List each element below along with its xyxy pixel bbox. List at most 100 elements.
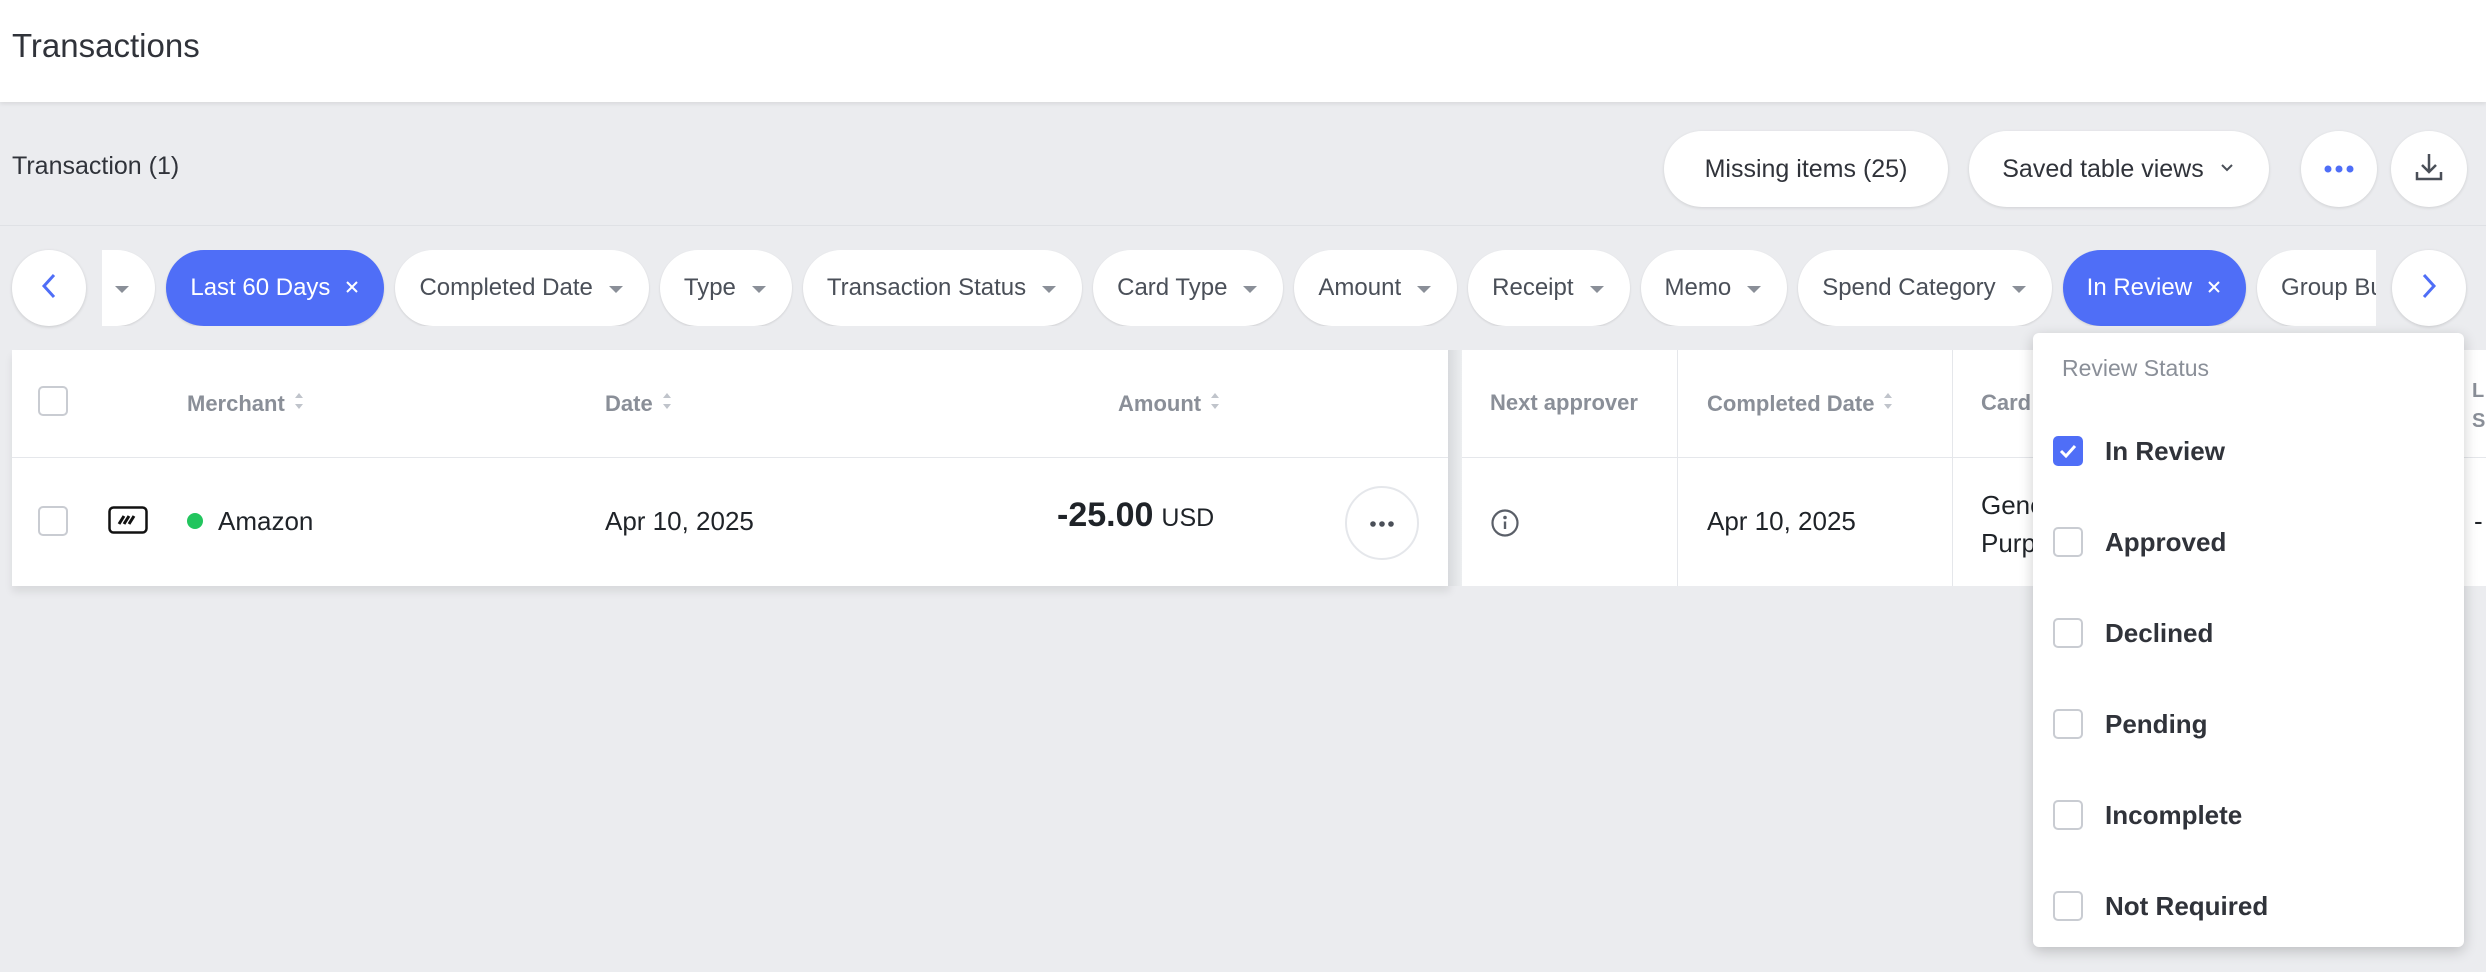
filter-chip-label: Type bbox=[683, 274, 736, 301]
currency-label: USD bbox=[1161, 504, 1215, 532]
select-all-checkbox[interactable] bbox=[38, 386, 68, 416]
filter-chip[interactable]: Group Budget bbox=[2257, 250, 2376, 326]
more-options-button[interactable] bbox=[2301, 131, 2377, 207]
card-header-label: Card bbox=[1981, 390, 2032, 415]
option-label: Declined bbox=[2105, 617, 2214, 648]
option-checkbox[interactable] bbox=[2053, 709, 2083, 739]
saved-views-label: Saved table views bbox=[2002, 154, 2204, 183]
table-header-row: Merchant Date Amount bbox=[12, 350, 1450, 458]
review-status-option[interactable]: Incomplete bbox=[2053, 785, 2453, 845]
filter-chip-label: Spend Category bbox=[1822, 274, 1996, 301]
transaction-count: Transaction (1) bbox=[12, 152, 180, 180]
filter-chip-label: Card Type bbox=[1117, 274, 1228, 301]
close-icon[interactable] bbox=[344, 274, 360, 302]
chevron-down-icon bbox=[1745, 274, 1763, 302]
chevron-down-icon bbox=[2218, 155, 2236, 184]
transaction-date: Apr 10, 2025 bbox=[605, 506, 754, 536]
filter-chip[interactable]: Receipt bbox=[1468, 250, 1630, 326]
filter-chip-label: Completed Date bbox=[419, 274, 593, 301]
sticky-column-divider bbox=[1448, 350, 1462, 586]
filter-chip[interactable]: e bbox=[102, 250, 156, 326]
close-icon[interactable] bbox=[2206, 274, 2222, 302]
more-dots-icon bbox=[2324, 160, 2354, 178]
filter-chip-label: In Review bbox=[2086, 274, 2193, 301]
filter-chip[interactable]: Transaction Status bbox=[802, 250, 1083, 326]
option-label: Incomplete bbox=[2105, 799, 2243, 830]
review-status-dropdown: Review Status In Review Approved Declined P… bbox=[2033, 333, 2464, 947]
option-label: Approved bbox=[2105, 526, 2227, 557]
amount-value: -25.00 bbox=[1057, 496, 1154, 534]
review-status-option[interactable]: In Review bbox=[2053, 421, 2453, 481]
amount-column-header[interactable]: Amount bbox=[1118, 390, 1221, 418]
transactions-table: Merchant Date Amount Amazon Apr 10, 2025… bbox=[12, 350, 1450, 586]
filter-chip[interactable]: Completed Date bbox=[395, 250, 649, 326]
next-approver-header-label: Next approver bbox=[1490, 390, 1638, 415]
card-icon bbox=[108, 506, 148, 539]
amount-header-label: Amount bbox=[1118, 391, 1202, 416]
scroll-right-button[interactable] bbox=[2392, 250, 2466, 326]
table-row[interactable]: Amazon Apr 10, 2025 -25.00 USD bbox=[12, 458, 1450, 586]
chevron-down-icon bbox=[1040, 274, 1058, 302]
status-dot bbox=[187, 513, 203, 529]
scroll-left-button[interactable] bbox=[12, 250, 86, 326]
filter-chip-label: Last 60 Days bbox=[190, 274, 331, 301]
option-label: Pending bbox=[2105, 708, 2208, 739]
filter-chip-label: Amount bbox=[1318, 274, 1402, 301]
review-status-option[interactable]: Pending bbox=[2053, 694, 2453, 754]
card-column-header[interactable]: Card bbox=[1981, 390, 2031, 416]
filter-chip[interactable]: Card Type bbox=[1093, 250, 1284, 326]
row-actions-button[interactable] bbox=[1345, 486, 1419, 560]
filter-chip-label: Memo bbox=[1664, 274, 1732, 301]
option-checkbox[interactable] bbox=[2053, 891, 2083, 921]
chevron-down-icon bbox=[2010, 274, 2028, 302]
sort-icon bbox=[1209, 390, 1221, 418]
filter-chip[interactable]: Last 60 Days bbox=[166, 250, 385, 326]
merchant-header-label: Merchant bbox=[187, 391, 285, 416]
chevron-right-icon bbox=[2418, 271, 2440, 306]
option-label: Not Required bbox=[2105, 890, 2269, 921]
filter-chip-label: Transaction Status bbox=[826, 274, 1027, 301]
filter-chip-label: Receipt bbox=[1492, 274, 1574, 301]
filter-chip-label: Group Budget bbox=[2281, 274, 2376, 301]
extra-column-header: L S bbox=[2472, 376, 2486, 436]
saved-table-views-dropdown[interactable]: Saved table views bbox=[1969, 131, 2269, 207]
missing-items-button[interactable]: Missing items (25) bbox=[1664, 131, 1948, 207]
sort-icon bbox=[293, 390, 305, 418]
filter-chip[interactable]: Memo bbox=[1640, 250, 1788, 326]
row-checkbox[interactable] bbox=[38, 506, 68, 536]
top-bar: Transactions bbox=[0, 0, 2486, 102]
option-checkbox[interactable] bbox=[2053, 527, 2083, 557]
date-column-header[interactable]: Date bbox=[605, 390, 673, 418]
sort-icon bbox=[1882, 390, 1894, 418]
chevron-left-icon bbox=[38, 271, 60, 306]
sort-icon bbox=[661, 390, 673, 418]
missing-items-label: Missing items (25) bbox=[1704, 154, 1908, 183]
merchant-column-header[interactable]: Merchant bbox=[187, 390, 305, 418]
page-title: Transactions bbox=[12, 27, 200, 64]
review-status-option[interactable]: Declined bbox=[2053, 603, 2453, 663]
chevron-down-icon bbox=[1241, 274, 1259, 302]
info-icon[interactable] bbox=[1490, 508, 1520, 543]
review-status-option[interactable]: Approved bbox=[2053, 512, 2453, 572]
chevron-down-icon bbox=[1588, 274, 1606, 302]
option-label: In Review bbox=[2105, 435, 2225, 466]
dropdown-title: Review Status bbox=[2062, 355, 2210, 381]
check-icon bbox=[2059, 444, 2077, 458]
extra-cell: - bbox=[2474, 506, 2483, 536]
filter-chip[interactable]: Spend Category bbox=[1798, 250, 2052, 326]
merchant-name[interactable]: Amazon bbox=[218, 506, 313, 537]
completed-date-header-label: Completed Date bbox=[1707, 391, 1875, 416]
filter-chip[interactable]: In Review bbox=[2062, 250, 2247, 326]
filter-chips: e Last 60 Days Completed Date Type Transacti… bbox=[102, 250, 2376, 326]
filter-chip[interactable]: Amount bbox=[1294, 250, 1458, 326]
filter-chip[interactable]: Type bbox=[659, 250, 792, 326]
review-status-option[interactable]: Not Required bbox=[2053, 876, 2453, 936]
option-checkbox[interactable] bbox=[2053, 800, 2083, 830]
option-checkbox[interactable] bbox=[2053, 618, 2083, 648]
option-checkbox[interactable] bbox=[2053, 436, 2083, 466]
amount-cell: -25.00 USD bbox=[1057, 496, 1214, 535]
filter-chips-viewport: e Last 60 Days Completed Date Type Transacti… bbox=[102, 250, 2376, 326]
download-button[interactable] bbox=[2391, 131, 2467, 207]
completed-date-column-header[interactable]: Completed Date bbox=[1707, 390, 1894, 418]
chevron-down-icon bbox=[113, 274, 131, 302]
